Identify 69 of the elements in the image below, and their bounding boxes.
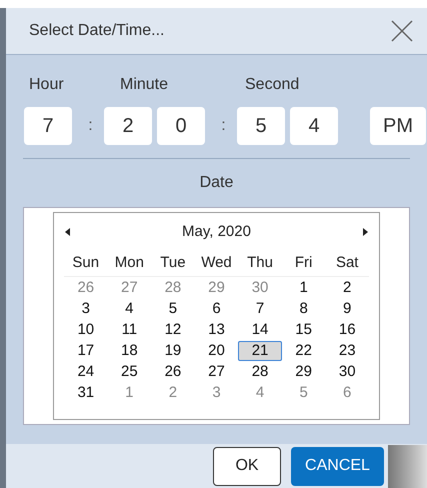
day-cell[interactable]: 16 (325, 320, 369, 340)
day-cell[interactable]: 23 (325, 340, 369, 360)
day-cell[interactable]: 2 (325, 278, 369, 298)
cancel-button[interactable]: CANCEL (291, 446, 384, 486)
weekday-header: Wed (200, 253, 233, 273)
day-cell[interactable]: 27 (194, 362, 238, 382)
weekday-header: Sat (334, 253, 360, 273)
day-cell[interactable]: 9 (325, 298, 369, 318)
weekday-header: Tue (159, 253, 187, 273)
day-cell[interactable]: 17 (64, 340, 108, 360)
day-cell[interactable]: 26 (151, 362, 195, 382)
weekday-header: Fri (294, 253, 314, 273)
day-cell[interactable]: 1 (108, 382, 152, 402)
day-cell[interactable]: 30 (325, 362, 369, 382)
separator: : (87, 116, 94, 136)
weekday-header: Sun (71, 253, 100, 273)
date-label: Date (200, 173, 234, 193)
day-cell[interactable]: 6 (194, 298, 238, 318)
time-label: Minute (120, 75, 168, 95)
day-cell[interactable]: 20 (194, 340, 238, 360)
time-label: Second (245, 75, 300, 95)
shadow-strip (388, 444, 427, 488)
day-cell[interactable]: 6 (325, 382, 369, 402)
separator: : (220, 116, 227, 136)
day-cell[interactable]: 2 (151, 382, 195, 402)
weekday-header: Thu (246, 253, 274, 273)
day-cell[interactable]: 13 (194, 320, 238, 340)
digit-field[interactable]: 7 (24, 107, 72, 145)
day-cell[interactable]: 24 (64, 362, 108, 382)
day-cell[interactable]: 7 (238, 298, 282, 318)
day-cell[interactable]: 11 (108, 320, 152, 340)
day-cell[interactable]: 29 (282, 362, 326, 382)
weekday-header: Mon (114, 253, 145, 273)
ampm-button[interactable]: PM (370, 107, 426, 145)
day-cell[interactable]: 22 (282, 340, 326, 360)
day-cell[interactable]: 8 (282, 298, 326, 318)
day-cell[interactable]: 3 (64, 298, 108, 318)
day-cell[interactable]: 25 (108, 362, 152, 382)
day-cell[interactable]: 27 (108, 278, 152, 298)
day-cell[interactable]: 1 (282, 278, 326, 298)
day-cell[interactable]: 26 (64, 278, 108, 298)
digit-field[interactable]: 0 (157, 107, 205, 145)
month-title: May, 2020 (182, 222, 251, 242)
day-cell[interactable]: 21 (238, 340, 282, 360)
day-cell[interactable]: 5 (151, 298, 195, 318)
previous-month-button[interactable] (64, 227, 72, 237)
day-cell[interactable]: 5 (282, 382, 326, 402)
digit-field[interactable]: 5 (237, 107, 285, 145)
day-cell[interactable]: 29 (194, 278, 238, 298)
day-cell[interactable]: 30 (238, 278, 282, 298)
window-title: Select Date/Time... (29, 21, 164, 41)
day-cell[interactable]: 31 (64, 382, 108, 402)
day-cell[interactable]: 28 (238, 362, 282, 382)
digit-field[interactable]: 4 (290, 107, 338, 145)
day-cell[interactable]: 12 (151, 320, 195, 340)
day-cell[interactable]: 14 (238, 320, 282, 340)
day-cell[interactable]: 4 (108, 298, 152, 318)
day-cell[interactable]: 19 (151, 340, 195, 360)
day-cell[interactable]: 4 (238, 382, 282, 402)
day-cell[interactable]: 10 (64, 320, 108, 340)
day-cell[interactable]: 18 (108, 340, 152, 360)
day-cell[interactable]: 3 (194, 382, 238, 402)
time-label: Hour (29, 75, 64, 95)
next-month-button[interactable] (361, 227, 369, 237)
day-cell[interactable]: 15 (282, 320, 326, 340)
close-icon[interactable] (391, 20, 413, 42)
day-cell[interactable]: 28 (151, 278, 195, 298)
ok-button[interactable]: OK (213, 446, 281, 486)
digit-field[interactable]: 2 (104, 107, 152, 145)
